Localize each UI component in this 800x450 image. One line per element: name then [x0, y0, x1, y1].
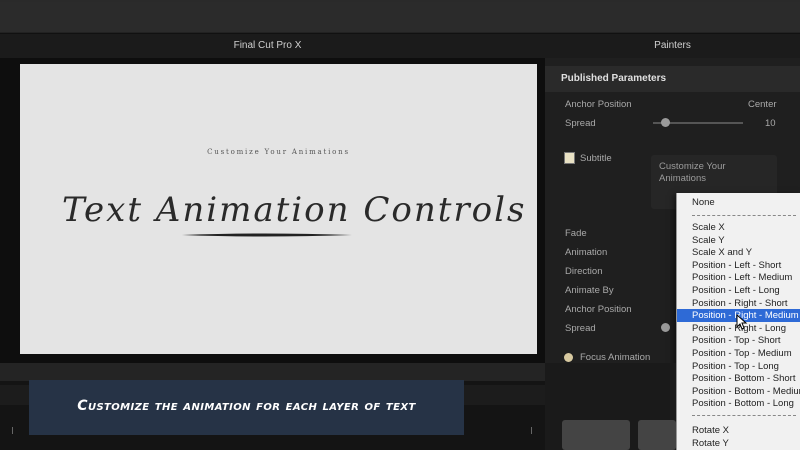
dropdown-item[interactable]: Scale X — [677, 221, 800, 234]
app-title: Final Cut Pro X — [233, 40, 302, 51]
dropdown-item[interactable]: Rotate X — [677, 424, 800, 437]
dropdown-item[interactable]: Position - Left - Short — [677, 259, 800, 272]
dropdown-item[interactable]: Scale X and Y — [677, 246, 800, 259]
title-bar: Final Cut Pro X Painters — [0, 34, 800, 58]
param-value[interactable]: 10 — [765, 118, 776, 129]
dropdown-item[interactable]: Rotate Y — [677, 437, 800, 450]
param-label: Animate By — [565, 285, 614, 296]
preview-canvas: Customize Your Animations Text Animation… — [20, 64, 537, 354]
dropdown-separator — [692, 415, 796, 416]
timeline-toolbar — [0, 363, 545, 381]
focus-animation-label: Focus Animation — [580, 352, 651, 363]
tutorial-caption: Customize the animation for each layer o… — [29, 380, 464, 435]
canvas-subtitle: Customize Your Animations — [207, 148, 350, 156]
spread-slider-knob[interactable] — [661, 323, 670, 332]
inspector-title: Painters — [654, 40, 691, 51]
dropdown-item[interactable]: Position - Bottom - Medium — [677, 385, 800, 398]
dropdown-item[interactable]: Position - Left - Long — [677, 284, 800, 297]
param-label: Direction — [565, 266, 603, 277]
brush-underline — [182, 233, 352, 237]
ruler-tick — [531, 427, 532, 434]
dropdown-item[interactable]: Scale Y — [677, 234, 800, 247]
param-label: Anchor Position — [565, 304, 632, 315]
canvas-headline: Text Animation Controls — [62, 190, 527, 230]
mouse-pointer-icon — [736, 314, 748, 330]
dropdown-item[interactable]: Position - Right - Short — [677, 297, 800, 310]
dropdown-item[interactable]: Position - Bottom - Long — [677, 397, 800, 410]
param-value[interactable]: Center — [748, 99, 777, 110]
dropdown-item[interactable]: Position - Top - Medium — [677, 347, 800, 360]
caption-text: Customize the animation for each layer o… — [77, 398, 416, 414]
ruler-tick — [12, 427, 13, 434]
published-parameters-title: Published Parameters — [561, 73, 667, 84]
dropdown-item[interactable]: Position - Top - Short — [677, 334, 800, 347]
dropdown-item[interactable]: Position - Left - Medium — [677, 271, 800, 284]
effect-thumbnail[interactable] — [562, 420, 630, 450]
effect-thumbnail[interactable] — [638, 420, 676, 450]
param-label: Spread — [565, 118, 596, 129]
top-toolbar — [0, 0, 800, 34]
spread-slider-knob[interactable] — [661, 118, 670, 127]
dropdown-item-none[interactable]: None — [677, 196, 800, 209]
focus-icon — [564, 353, 573, 362]
dropdown-item[interactable]: Position - Bottom - Short — [677, 372, 800, 385]
param-label: Anchor Position — [565, 99, 632, 110]
dropdown-item[interactable]: Position - Top - Long — [677, 360, 800, 373]
param-label: Fade — [565, 228, 587, 239]
note-icon — [564, 152, 575, 164]
param-label: Spread — [565, 323, 596, 334]
published-parameters-header: Published Parameters — [545, 66, 800, 92]
param-label: Animation — [565, 247, 608, 258]
dropdown-separator — [692, 215, 796, 216]
subtitle-label: Subtitle — [580, 153, 612, 164]
